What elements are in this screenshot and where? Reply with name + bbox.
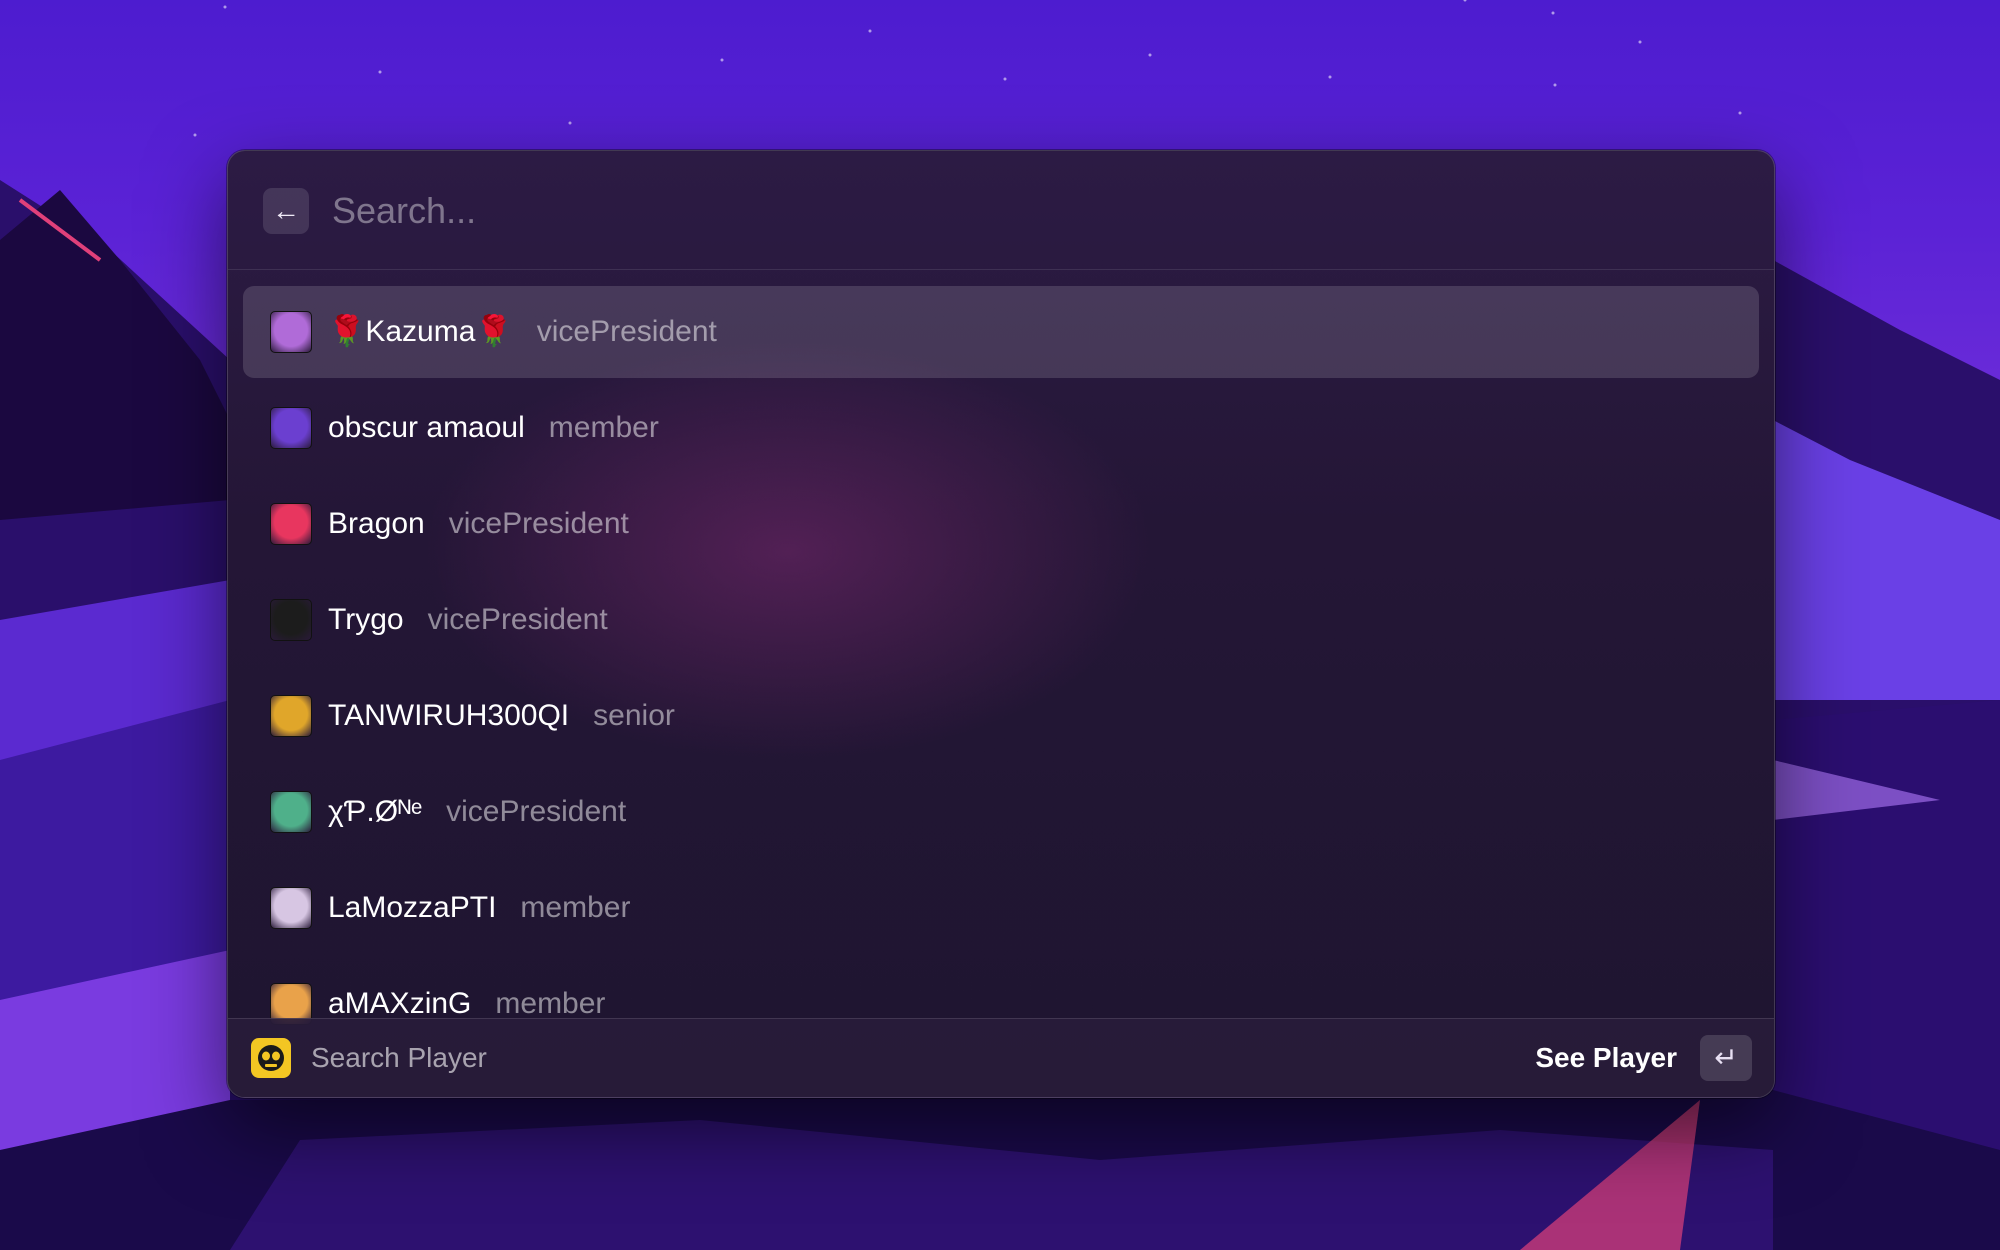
footer-title: Search Player bbox=[311, 1042, 487, 1073]
butterfly-avatar-icon bbox=[270, 599, 312, 641]
arrow-left-icon: ← bbox=[272, 195, 300, 226]
avatar bbox=[270, 311, 312, 353]
member-name-text: aMAXzinG bbox=[328, 987, 472, 1020]
member-name-text: Bragon bbox=[328, 507, 425, 540]
search-bar: ← bbox=[228, 151, 1774, 270]
avatar bbox=[270, 887, 312, 929]
member-name: χƤ.Øᴺᵉ vicePresident bbox=[328, 791, 626, 833]
skull-icon bbox=[258, 1045, 284, 1071]
list-item[interactable]: obscur amaoul member bbox=[243, 382, 1759, 474]
brawler-avatar-icon bbox=[270, 407, 312, 449]
enter-key-icon[interactable]: ↵ bbox=[1700, 1035, 1752, 1081]
member-role: vicePresident bbox=[448, 507, 629, 540]
brawler-avatar-icon bbox=[270, 791, 312, 833]
list-item[interactable]: 🌹Kazuma🌹 vicePresident bbox=[243, 286, 1759, 378]
member-role: vicePresident bbox=[427, 603, 608, 636]
member-name-text: obscur amaoul bbox=[328, 411, 525, 444]
launcher-window: ← 🌹Kazuma🌹 vicePresident obscur amaoul memb… bbox=[227, 150, 1775, 1098]
member-name-text: χƤ.Øᴺᵉ bbox=[328, 795, 423, 828]
skull-avatar-icon bbox=[270, 503, 312, 545]
list-item[interactable]: Bragon vicePresident bbox=[243, 478, 1759, 570]
member-name: Trygo vicePresident bbox=[328, 599, 608, 641]
list-item[interactable]: TANWIRUH300QI senior bbox=[243, 670, 1759, 762]
action-bar: Search Player See Player ↵ bbox=[228, 1018, 1774, 1097]
member-name-text: TANWIRUH300QI bbox=[328, 699, 570, 732]
member-name: Bragon vicePresident bbox=[328, 503, 629, 545]
member-name: 🌹Kazuma🌹 vicePresident bbox=[328, 311, 717, 353]
member-name-text: LaMozzaPTI bbox=[328, 891, 497, 924]
member-name-text: 🌹Kazuma🌹 bbox=[328, 315, 513, 348]
member-role: senior bbox=[593, 699, 675, 732]
member-list: 🌹Kazuma🌹 vicePresident obscur amaoul member… bbox=[228, 271, 1774, 1097]
list-item[interactable]: LaMozzaPTI member bbox=[243, 862, 1759, 954]
member-name: LaMozzaPTI member bbox=[328, 887, 630, 929]
avatar bbox=[270, 599, 312, 641]
avatar bbox=[270, 791, 312, 833]
member-name: TANWIRUH300QI senior bbox=[328, 695, 675, 737]
member-name-text: Trygo bbox=[328, 603, 404, 636]
list-item[interactable]: χƤ.Øᴺᵉ vicePresident bbox=[243, 766, 1759, 858]
search-input[interactable] bbox=[330, 178, 1734, 244]
member-role: vicePresident bbox=[446, 795, 627, 828]
list-item[interactable]: Trygo vicePresident bbox=[243, 574, 1759, 666]
member-role: member bbox=[548, 411, 659, 444]
member-role: vicePresident bbox=[536, 315, 717, 348]
brawler-avatar-icon bbox=[270, 887, 312, 929]
avatar bbox=[270, 407, 312, 449]
member-role: member bbox=[495, 987, 606, 1020]
avatar bbox=[270, 503, 312, 545]
member-role: member bbox=[520, 891, 631, 924]
brawler-avatar-icon bbox=[270, 311, 312, 353]
brawl-stars-skull-icon bbox=[251, 1038, 291, 1078]
see-player-action[interactable]: See Player bbox=[1535, 1037, 1677, 1079]
badge-avatar-icon bbox=[270, 695, 312, 737]
back-button[interactable]: ← bbox=[263, 188, 309, 234]
member-name: obscur amaoul member bbox=[328, 407, 659, 449]
avatar bbox=[270, 695, 312, 737]
